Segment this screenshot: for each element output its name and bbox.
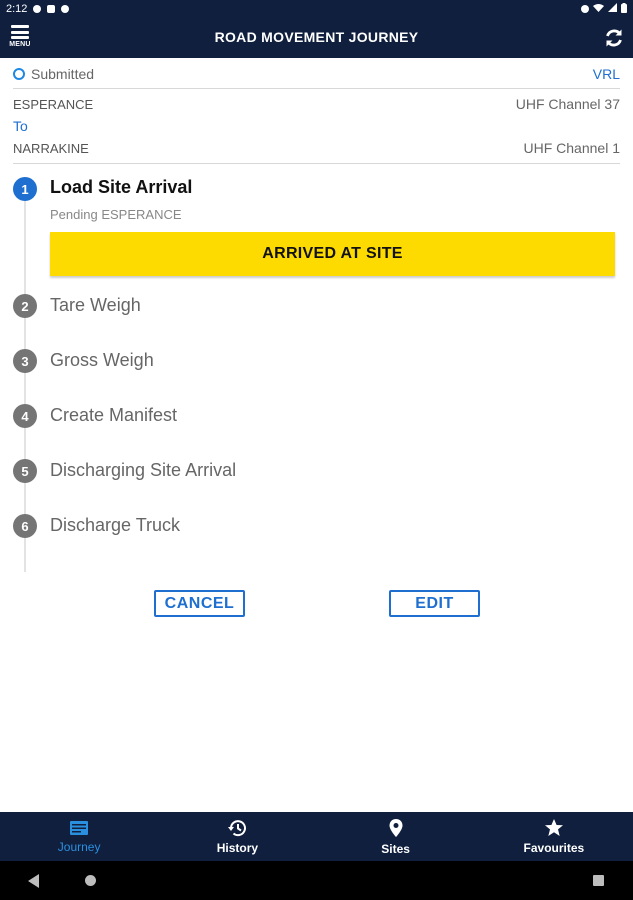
- refresh-button[interactable]: [603, 27, 625, 49]
- origin-row: ESPERANCE UHF Channel 37: [13, 95, 620, 113]
- bottom-navigation: Journey History Sites Favourites: [0, 812, 633, 861]
- step-number-badge: 5: [13, 459, 37, 483]
- destination-channel: UHF Channel 1: [523, 140, 621, 156]
- journey-icon: [70, 820, 89, 835]
- origin-channel: UHF Channel 37: [515, 96, 620, 112]
- nav-journey[interactable]: Journey: [0, 812, 158, 861]
- status-time: 2:12: [6, 3, 28, 15]
- step-number-badge: 2: [13, 294, 37, 318]
- back-icon[interactable]: [28, 874, 39, 888]
- signal-icon: [608, 3, 617, 15]
- star-icon: [544, 819, 563, 836]
- history-icon: [228, 819, 247, 836]
- divider: [13, 163, 620, 164]
- journey-status: Submitted: [31, 66, 95, 82]
- arrived-at-site-button[interactable]: ARRIVED AT SITE: [50, 232, 615, 276]
- nav-label: History: [216, 840, 259, 855]
- wifi-icon: [593, 3, 604, 15]
- cancel-button[interactable]: CANCEL: [154, 590, 245, 617]
- recent-apps-icon[interactable]: [593, 875, 604, 886]
- location-status-icon: [581, 5, 589, 13]
- status-circle-icon: [13, 68, 25, 80]
- step-title-discharge-truck[interactable]: Discharge Truck: [50, 515, 180, 536]
- step-title-load-site-arrival[interactable]: Load Site Arrival: [50, 177, 192, 198]
- step-number-badge: 1: [13, 177, 37, 201]
- step-number-badge: 6: [13, 514, 37, 538]
- step-number-badge: 3: [13, 349, 37, 373]
- step-title-gross-weigh[interactable]: Gross Weigh: [50, 350, 154, 371]
- home-icon[interactable]: [85, 875, 96, 886]
- nav-label: Sites: [381, 841, 410, 856]
- battery-icon: [621, 2, 627, 16]
- step-title-discharging-site-arrival[interactable]: Discharging Site Arrival: [50, 460, 236, 481]
- edit-button[interactable]: EDIT: [389, 590, 480, 617]
- map-pin-icon: [389, 818, 403, 837]
- company-link[interactable]: VRL: [593, 66, 620, 82]
- step-number-badge: 4: [13, 404, 37, 428]
- nav-sites[interactable]: Sites: [317, 812, 475, 861]
- page-title: ROAD MOVEMENT JOURNEY: [214, 29, 419, 45]
- step-title-tare-weigh[interactable]: Tare Weigh: [50, 295, 141, 316]
- system-status-bar: 2:12: [0, 0, 633, 18]
- system-navigation-bar: [0, 861, 633, 900]
- destination-site: NARRAKINE: [13, 140, 89, 156]
- nav-history[interactable]: History: [158, 812, 316, 861]
- divider: [13, 88, 620, 89]
- journey-status-row: Submitted VRL: [13, 65, 620, 83]
- refresh-icon: [606, 29, 622, 47]
- nav-favourites[interactable]: Favourites: [475, 812, 633, 861]
- notification-status-icon: [47, 5, 56, 13]
- to-label: To: [13, 118, 28, 134]
- location-status-icon: [33, 5, 42, 13]
- nav-label: Journey: [57, 839, 101, 854]
- app-header: MENU ROAD MOVEMENT JOURNEY: [0, 18, 633, 58]
- to-row: To: [13, 117, 620, 135]
- step-title-create-manifest[interactable]: Create Manifest: [50, 405, 177, 426]
- destination-row: NARRAKINE UHF Channel 1: [13, 139, 620, 157]
- origin-site: ESPERANCE: [13, 96, 94, 112]
- nav-label: Favourites: [523, 841, 585, 855]
- sync-status-icon: [61, 5, 70, 13]
- step-subtitle: Pending ESPERANCE: [50, 207, 182, 222]
